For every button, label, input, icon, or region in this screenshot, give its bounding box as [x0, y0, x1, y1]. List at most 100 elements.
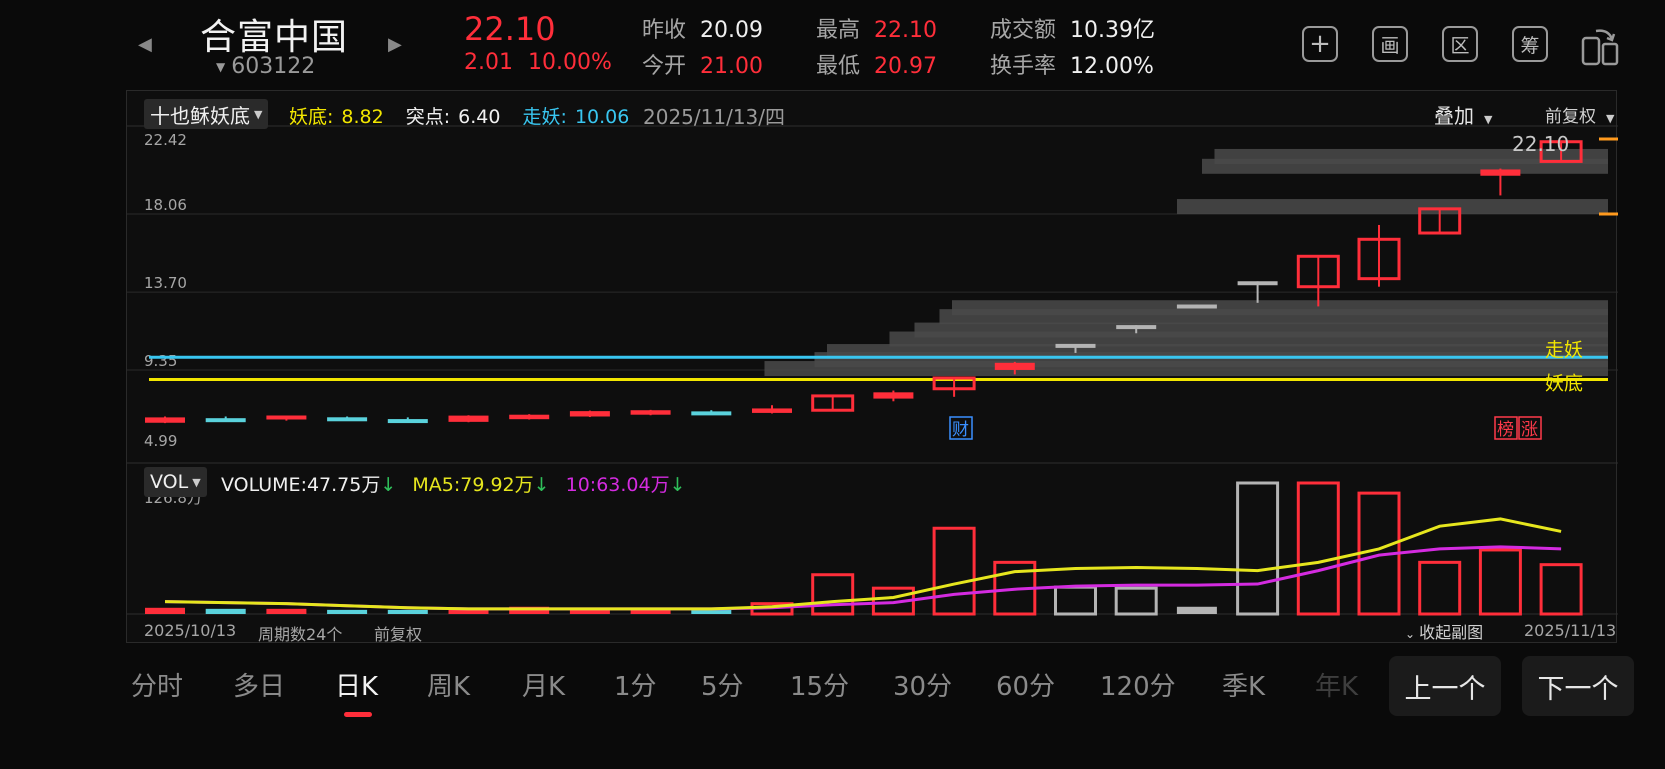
tab-period-30min[interactable]: 30分	[893, 666, 952, 703]
stock-name: 合富中国	[200, 17, 349, 58]
quote-prev-close: 昨收 20.09	[642, 18, 763, 43]
active-tab-indicator	[344, 712, 372, 717]
volume-values: VOLUME:47.75万↓ MA5:79.92万↓ 10:63.04万↓	[221, 470, 696, 497]
change-value: 2.01	[464, 50, 513, 75]
candle-body	[145, 417, 185, 423]
chip-bar	[1177, 199, 1608, 215]
candle-body	[266, 415, 307, 420]
tab-period-15min[interactable]: 15分	[790, 666, 849, 703]
last-price: 22.10	[464, 10, 556, 48]
candle-body	[1116, 325, 1157, 330]
candle-body	[327, 417, 368, 422]
y-tick-label: 18.06	[144, 196, 187, 214]
tab-period-5min[interactable]: 5分	[701, 666, 744, 703]
y-tick-label: 22.42	[144, 131, 187, 149]
walk-value: 走妖: 10.06	[522, 106, 630, 128]
walk-line-label: 走妖	[1545, 339, 1583, 361]
tab-period-year[interactable]: 年K	[1315, 666, 1358, 703]
rotate-screen-glyph	[1581, 29, 1619, 66]
candle-body	[1176, 304, 1217, 309]
volume-bar	[205, 608, 246, 614]
quote-high: 最高 22.10	[816, 18, 937, 43]
tab-period-day[interactable]: 日K	[335, 666, 378, 703]
stock-code-text: 603122	[231, 54, 316, 79]
quote-turnover-rate: 换手率 12.00%	[990, 54, 1154, 79]
volume-value: VOLUME:47.75万	[221, 474, 381, 496]
volume-bar	[387, 609, 428, 614]
indicator-dropdown[interactable]: 十也稣妖底 ▼	[144, 99, 269, 129]
break-value: 突点: 6.40	[405, 106, 501, 128]
tab-period-multiday[interactable]: 多日	[233, 666, 285, 703]
quote-low: 最低 20.97	[816, 54, 937, 79]
quote-turnover: 成交额 10.39亿	[990, 18, 1155, 43]
prev-stock-arrow-icon[interactable]: ◀	[138, 34, 152, 55]
footer-adjust: 前复权	[374, 625, 423, 644]
indicator-name: 十也稣妖底	[150, 103, 250, 128]
chip-bar	[952, 300, 1608, 316]
start-date: 2025/10/13	[144, 621, 237, 640]
y-tick-label: 4.99	[144, 432, 177, 450]
draw-tool-icon[interactable]: 画	[1372, 26, 1408, 62]
kline-chart-svg[interactable]: 22.4218.0613.709.354.99走妖妖底22.10财榜涨126.8…	[127, 91, 1618, 644]
candle-body	[1055, 343, 1096, 348]
chip-distribution-icon[interactable]: 筹	[1512, 26, 1548, 62]
chevron-down-icon: ▼	[254, 107, 263, 121]
chevron-down-icon: ▼	[1606, 112, 1615, 125]
chevron-down-icon: ▼	[192, 475, 201, 489]
tab-period-month[interactable]: 月K	[522, 666, 565, 703]
chip-bar	[914, 322, 1608, 338]
add-watchlist-icon[interactable]: +	[1302, 26, 1338, 62]
candle-body	[509, 414, 550, 420]
next-stock-arrow-icon[interactable]: ▶	[388, 34, 402, 55]
chevron-down-icon: ▼	[216, 60, 226, 74]
candle-body	[1480, 169, 1521, 176]
candle-body	[448, 415, 489, 422]
candle-body	[873, 392, 914, 399]
end-date: 2025/11/13	[1524, 621, 1617, 640]
period-tabs: 分时 多日 日K 周K 月K 1分 5分 15分 30分 60分 120分 季K…	[0, 650, 1665, 730]
quote-open: 今开 21.00	[642, 54, 763, 79]
low-value: 妖底: 8.82	[289, 106, 384, 128]
candle-body	[994, 362, 1035, 370]
volume-bar	[145, 607, 185, 614]
volume-bar	[1418, 560, 1462, 616]
ma5-value: MA5:79.92万	[412, 474, 534, 496]
volume-bar	[1054, 585, 1097, 616]
adjust-dropdown[interactable]: 前复权 ▼	[1545, 102, 1614, 127]
prev-button[interactable]: 上一个	[1389, 656, 1501, 716]
down-arrow-icon: ↓	[669, 474, 686, 496]
candle-body	[752, 408, 792, 413]
volume-indicator-dropdown[interactable]: VOL ▼	[144, 467, 207, 497]
tab-period-60min[interactable]: 60分	[996, 666, 1055, 703]
candle-body	[1237, 281, 1278, 286]
candle-body	[387, 419, 428, 424]
collapse-subchart-button[interactable]: ⌄ 收起副图	[1405, 619, 1483, 643]
volume-bar	[1539, 563, 1583, 616]
range-stats-icon[interactable]: 区	[1442, 26, 1478, 62]
y-tick-label: 13.70	[144, 274, 187, 292]
tab-period-quarter[interactable]: 季K	[1222, 666, 1265, 703]
crosshair-date: 2025/11/13/四	[643, 105, 786, 129]
volume-bar	[1478, 548, 1522, 616]
chevron-down-icon: ▼	[1484, 113, 1493, 126]
tab-period-120min[interactable]: 120分	[1100, 666, 1176, 703]
next-button[interactable]: 下一个	[1522, 656, 1634, 716]
volume-bar	[327, 609, 368, 614]
marker-bang: 榜	[1497, 420, 1514, 440]
tab-period-week[interactable]: 周K	[427, 666, 470, 703]
stock-code-dropdown[interactable]: ▼ 603122	[216, 54, 315, 79]
tab-period-intraday[interactable]: 分时	[131, 666, 183, 703]
volume-bar	[1114, 586, 1158, 616]
y-tick-label: 9.35	[144, 352, 177, 370]
candle-body	[691, 411, 732, 416]
overlay-dropdown[interactable]: 叠加 ▼	[1434, 100, 1492, 129]
price-change: 2.01 10.00%	[464, 50, 612, 75]
tab-period-1min[interactable]: 1分	[614, 666, 657, 703]
volume-bar	[1236, 481, 1280, 616]
chevron-down-icon: ⌄	[1405, 627, 1416, 641]
marker-zhang: 涨	[1521, 420, 1538, 440]
kline-chart-panel[interactable]: 22.42 18.06 13.70 9.35 4.99 走妖 妖底 22.10 财榜涨 126.8…	[126, 90, 1618, 644]
candle-body	[205, 418, 246, 423]
indicator-values: 妖底: 8.82 突点: 6.40 走妖: 10.06	[289, 102, 645, 129]
rotate-screen-icon[interactable]	[1578, 24, 1622, 68]
